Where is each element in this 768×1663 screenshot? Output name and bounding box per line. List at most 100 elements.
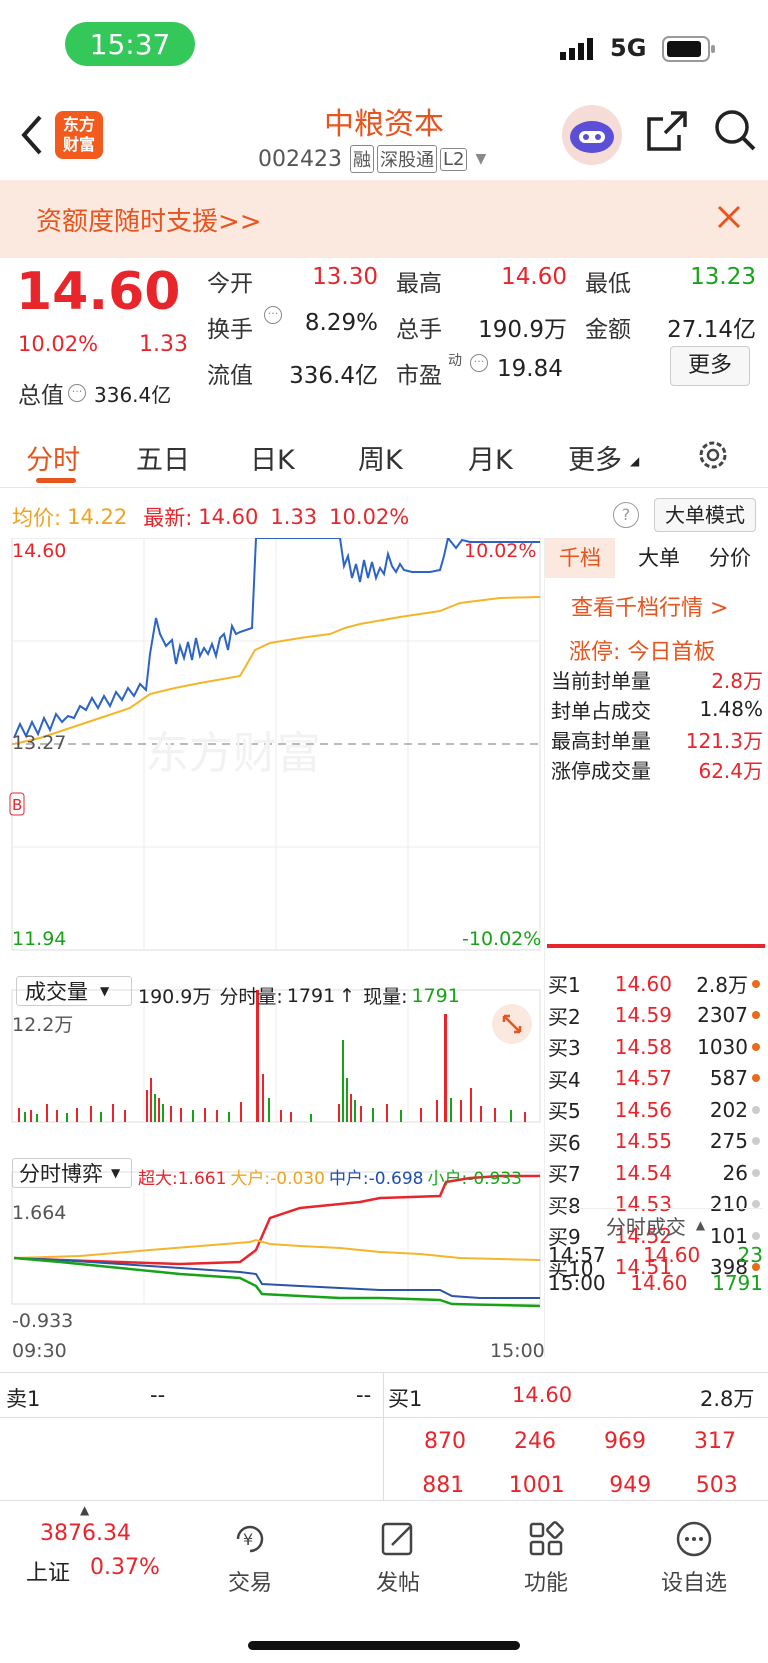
level-price: 14.57 [614, 1066, 672, 1090]
low-label: 最低 [585, 271, 631, 297]
tab-intraday[interactable]: 分时 [26, 438, 80, 477]
side-tab-price-dist[interactable]: 分价 [695, 538, 765, 578]
current-price: 14.60 [16, 262, 181, 322]
badge-l2: L2 [439, 147, 468, 171]
tick-row: 15:00 14.60 1791 [548, 1269, 763, 1297]
share-icon[interactable] [645, 109, 689, 157]
bottom-nav: ▲ 3876.34 上证 0.37% ¥ 交易 发帖 功能 设自选 [0, 1500, 768, 1663]
nav-trade[interactable]: ¥ 交易 [195, 1519, 305, 1597]
tick-volume-value: 1791 [286, 984, 336, 1007]
order-book-row[interactable]: 买6 14.55 275 [548, 1126, 763, 1157]
tick-trades-header[interactable]: 分时成交 ▲ [548, 1209, 763, 1241]
big-order-mode-button[interactable]: 大单模式 [654, 498, 756, 532]
level-volume: 2.8万 [696, 973, 748, 997]
queue-order: 503 [695, 1473, 738, 1498]
order-book-row[interactable]: 买3 14.58 1030 [548, 1031, 763, 1062]
tab-monthly-k[interactable]: 月K [468, 438, 513, 477]
order-book-row[interactable]: 买4 14.57 587 [548, 1063, 763, 1094]
watermark: 东方财富 [145, 728, 321, 779]
avg-price-line [13, 596, 541, 745]
settings-gear-icon[interactable] [696, 438, 730, 476]
nav-add-watchlist[interactable]: 设自选 [639, 1519, 749, 1597]
queue-order: 870 [424, 1429, 466, 1454]
flow-indicator-dropdown[interactable]: 分时博弈 ▼ [12, 1158, 132, 1188]
stat-value: 121.3万 [685, 728, 763, 753]
order-dot-icon [752, 1200, 760, 1208]
robot-assistant-icon[interactable] [562, 105, 622, 165]
level-price: 14.59 [614, 1003, 672, 1027]
stat-value: 62.4万 [698, 758, 763, 783]
stat-label: 涨停成交量 [551, 758, 651, 783]
order-dot-icon [752, 1105, 760, 1114]
change-pct: 10.02% [18, 332, 99, 356]
side-tab-big-order[interactable]: 大单 [625, 538, 693, 578]
level-one-panel: 卖1 -- -- 买1 14.60 2.8万 870 246 969 317 8… [0, 1372, 768, 1501]
tab-daily-k[interactable]: 日K [250, 438, 295, 477]
queue-order: 969 [604, 1429, 646, 1454]
side-tab-depth[interactable]: 千档 [545, 538, 615, 578]
more-button[interactable]: 更多 [670, 346, 750, 386]
order-dot-icon [752, 1074, 760, 1082]
depth-link[interactable]: 查看千档行情 > [571, 590, 728, 622]
expand-icon[interactable] [492, 1004, 532, 1044]
tab-more[interactable]: 更多 [568, 438, 622, 477]
close-icon[interactable] [716, 204, 742, 234]
mid-flow-line [13, 1257, 540, 1299]
buy-queue-row: 881 1001 949 503 [400, 1473, 760, 1498]
buy-marker-label: B [12, 796, 22, 814]
caret-down-icon: ▼ [111, 1166, 121, 1180]
mid-flow-value: 中户:-0.698 [328, 1169, 424, 1189]
volume-label: 总手 [396, 317, 442, 343]
period-tabs: 分时 五日 日K 周K 月K 更多 ◢ [0, 420, 768, 488]
order-book-row[interactable]: 买2 14.59 2307 [548, 1000, 763, 1031]
order-book-row[interactable]: 买7 14.54 26 [548, 1157, 763, 1188]
order-book-row[interactable]: 买1 14.60 2.8万 [548, 968, 763, 999]
info-icon[interactable]: ··· [264, 306, 282, 324]
nav-functions[interactable]: 功能 [491, 1519, 601, 1597]
stat-label: 当前封单量 [551, 668, 651, 693]
index-value: 3876.34 [40, 1521, 131, 1546]
high-value: 14.60 [501, 264, 567, 290]
buy1-label: 买1 [388, 1387, 423, 1411]
caret-down-icon: ▼ [475, 151, 487, 167]
home-indicator [248, 1641, 520, 1650]
info-icon[interactable]: ··· [470, 354, 488, 372]
trade-icon: ¥ [236, 1525, 264, 1553]
order-book-row[interactable]: 买5 14.56 202 [548, 1094, 763, 1125]
level-label: 买2 [548, 1004, 581, 1029]
info-icon[interactable]: ··· [68, 384, 86, 402]
tick-volume-label: 分时量: [219, 986, 283, 1008]
pe-value: 19.84 [497, 356, 563, 382]
promo-banner[interactable]: 资额度随时支援>> [0, 180, 768, 258]
index-ticker[interactable]: ▲ 3876.34 上证 0.37% [0, 1501, 175, 1601]
status-time: 15:37 [65, 22, 195, 66]
amount-value: 27.14亿 [667, 317, 756, 343]
level-label: 买1 [548, 973, 581, 997]
help-icon[interactable]: ? [613, 502, 639, 528]
nav-post[interactable]: 发帖 [343, 1519, 453, 1597]
volume-indicator-dropdown[interactable]: 成交量 ▼ [16, 976, 132, 1006]
pct-axis-top: 10.02% [464, 540, 537, 562]
caret-down-icon: ▼ [100, 984, 110, 998]
tab-weekly-k[interactable]: 周K [358, 438, 403, 477]
tab-5day[interactable]: 五日 [136, 438, 190, 477]
search-icon[interactable] [712, 107, 758, 157]
level-label: 买4 [548, 1067, 581, 1092]
stock-code-selector[interactable]: 002423 融 深股通 L2 ▼ [258, 145, 486, 173]
open-label: 今开 [207, 271, 253, 297]
avg-value: 14.22 [67, 505, 128, 529]
time-axis-end: 15:00 [490, 1340, 545, 1362]
nav-functions-label: 功能 [523, 1571, 568, 1596]
caret-up-icon: ▲ [80, 1503, 90, 1517]
sell1-volume: -- [356, 1383, 372, 1407]
tick-row: 14:57 14.60 23 [548, 1241, 763, 1269]
grid-icon [529, 1521, 564, 1556]
price-axis-mid: 13.27 [12, 732, 67, 754]
edit-icon [381, 1522, 413, 1556]
level-price: 14.54 [614, 1160, 672, 1185]
tab-indicator [36, 478, 76, 483]
level-volume: 275 [709, 1129, 748, 1153]
level-volume: 202 [709, 1097, 748, 1122]
level-volume: 1030 [697, 1034, 748, 1059]
high-label: 最高 [396, 271, 442, 297]
